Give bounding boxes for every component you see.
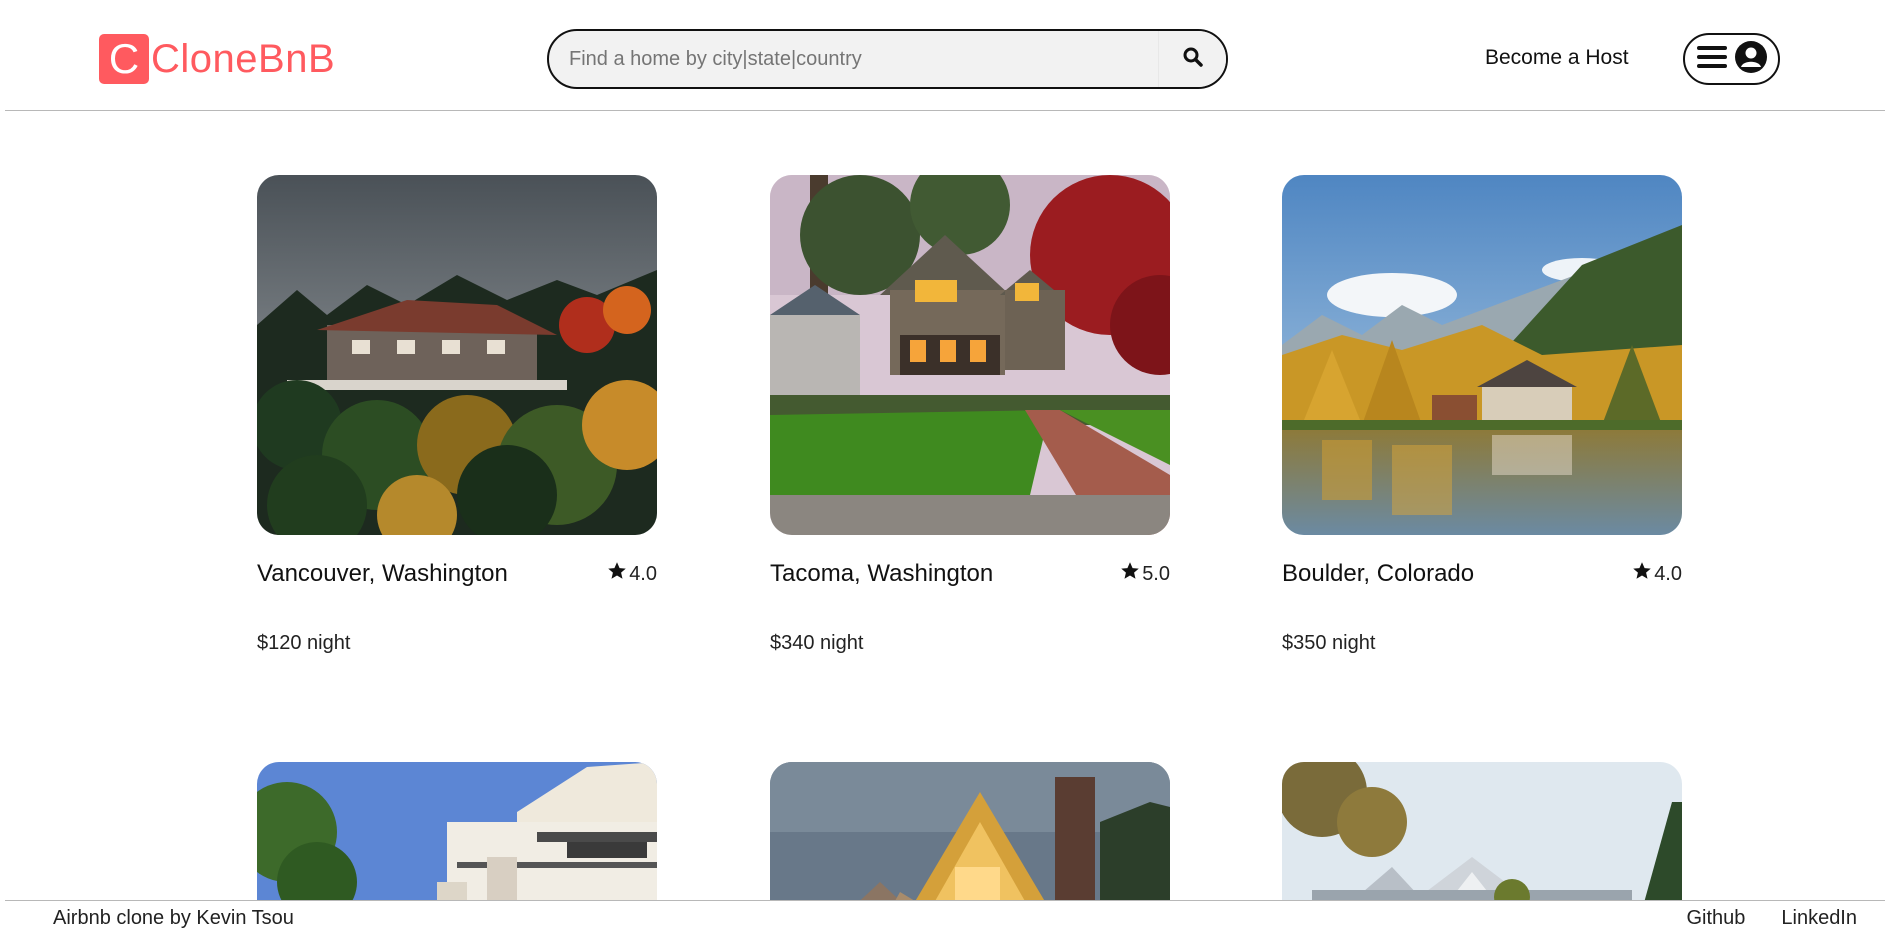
listing-card[interactable] — [257, 762, 657, 910]
listing-price: $350 night — [1282, 632, 1376, 654]
rating-value: 4.0 — [1654, 562, 1682, 585]
search-icon — [1183, 47, 1203, 72]
listing-photo[interactable] — [770, 762, 1170, 910]
star-icon — [1632, 561, 1652, 587]
header: C CloneBnB Become a Host — [5, 0, 1885, 111]
github-link[interactable]: Github — [1686, 907, 1745, 930]
listing-card[interactable]: Vancouver, Washington 4.0 $120 night — [257, 175, 657, 655]
listing-rating: 5.0 — [1120, 561, 1170, 587]
logo[interactable]: C CloneBnB — [99, 34, 335, 84]
listing-photo[interactable] — [1282, 762, 1682, 910]
listing-photo[interactable] — [257, 175, 657, 535]
logo-mark: C — [99, 34, 149, 84]
listing-card[interactable]: Tacoma, Washington 5.0 $340 night — [770, 175, 1170, 655]
user-menu-button[interactable] — [1683, 33, 1780, 85]
search-input[interactable] — [569, 31, 1149, 87]
user-circle-icon — [1734, 40, 1767, 78]
rating-value: 5.0 — [1142, 562, 1170, 585]
hamburger-icon — [1696, 44, 1727, 75]
listing-price: $120 night — [257, 632, 351, 654]
search-bar — [547, 29, 1228, 89]
footer: Airbnb clone by Kevin Tsou Github Linked… — [5, 900, 1885, 936]
listing-photo[interactable] — [770, 175, 1170, 535]
listing-card[interactable] — [770, 762, 1170, 910]
search-button[interactable] — [1158, 31, 1226, 87]
star-icon — [607, 561, 627, 587]
listing-price: $340 night — [770, 632, 864, 654]
become-host-link[interactable]: Become a Host — [1485, 46, 1629, 70]
listing-city: Boulder, Colorado — [1282, 560, 1475, 587]
listing-photo[interactable] — [257, 762, 657, 910]
linkedin-link[interactable]: LinkedIn — [1781, 907, 1857, 930]
logo-text: CloneBnB — [151, 37, 336, 81]
rating-value: 4.0 — [629, 562, 657, 585]
listing-photo[interactable] — [1282, 175, 1682, 535]
listing-card[interactable]: Boulder, Colorado 4.0 $350 night — [1282, 175, 1682, 655]
listing-rating: 4.0 — [607, 561, 657, 587]
listing-rating: 4.0 — [1632, 561, 1682, 587]
footer-links: Github LinkedIn — [1686, 907, 1857, 930]
footer-credit: Airbnb clone by Kevin Tsou — [53, 907, 294, 929]
listing-city: Tacoma, Washington — [770, 560, 994, 587]
listing-city: Vancouver, Washington — [257, 560, 508, 587]
star-icon — [1120, 561, 1140, 587]
listing-card[interactable] — [1282, 762, 1682, 910]
